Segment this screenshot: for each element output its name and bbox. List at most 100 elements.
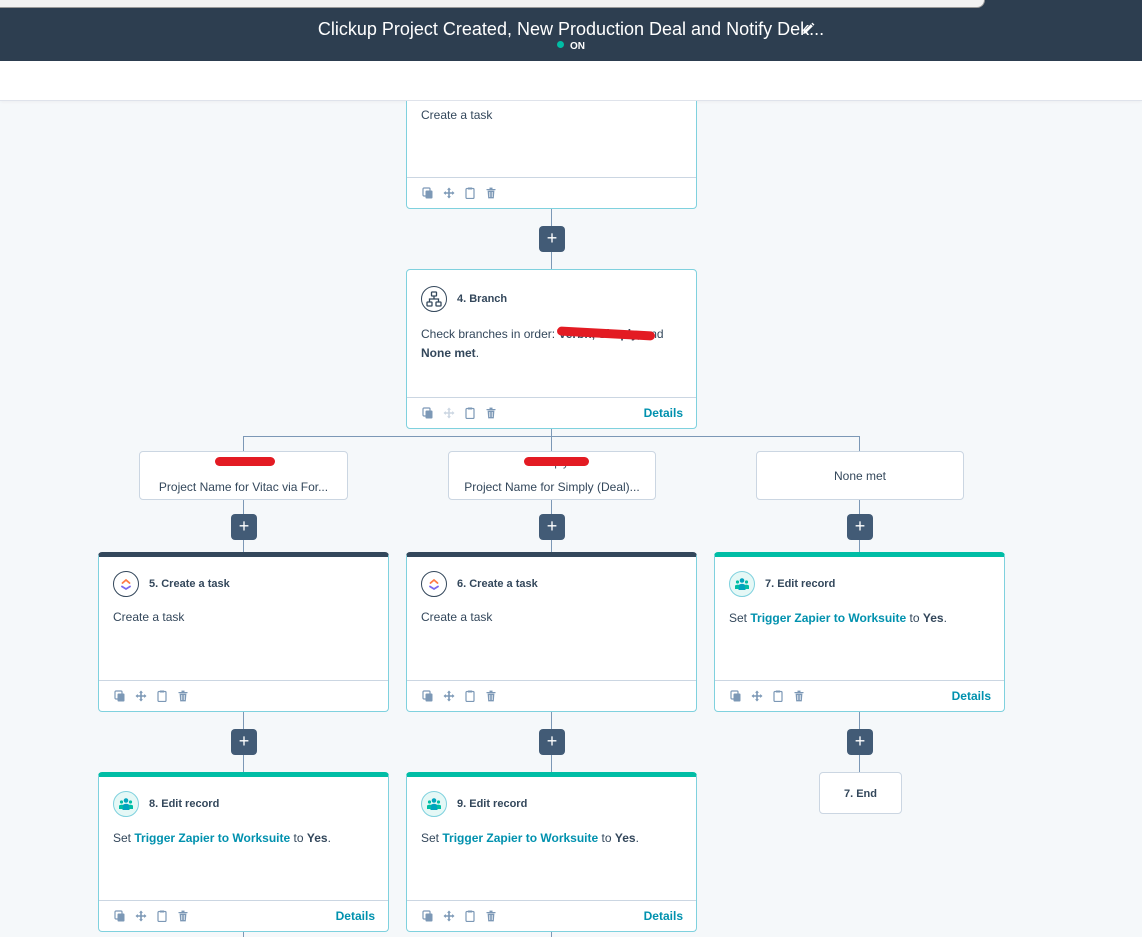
step-footer: Details bbox=[407, 397, 696, 428]
add-step-button[interactable]: + bbox=[847, 514, 873, 540]
copy-icon[interactable] bbox=[421, 909, 434, 922]
step-description: Create a task bbox=[421, 108, 493, 122]
step-card-edit-record[interactable]: 9. Edit record Set Trigger Zapier to Wor… bbox=[406, 772, 697, 932]
step-title: 8. Edit record bbox=[149, 798, 220, 810]
step-footer bbox=[407, 680, 696, 711]
step-tools bbox=[421, 406, 497, 419]
step-description: Set Trigger Zapier to Worksuite to Yes. bbox=[729, 609, 947, 628]
branch-simply[interactable]: Simply Project Name for Simply (Deal)... bbox=[448, 451, 656, 500]
step-tools bbox=[729, 689, 805, 702]
move-icon[interactable] bbox=[442, 909, 455, 922]
step-footer: Details bbox=[715, 680, 1004, 711]
trash-icon[interactable] bbox=[176, 689, 189, 702]
trash-icon[interactable] bbox=[176, 909, 189, 922]
pencil-icon[interactable] bbox=[800, 21, 816, 37]
workflow-title[interactable]: Clickup Project Created, New Production … bbox=[0, 19, 1142, 40]
add-step-button[interactable]: + bbox=[539, 729, 565, 755]
step-card-edit-record[interactable]: 7. Edit record Set Trigger Zapier to Wor… bbox=[714, 552, 1005, 712]
move-icon[interactable] bbox=[134, 909, 147, 922]
step-header: 8. Edit record bbox=[113, 791, 219, 817]
move-icon[interactable] bbox=[750, 689, 763, 702]
add-step-button[interactable]: + bbox=[231, 729, 257, 755]
step-header: 4. Branch bbox=[421, 286, 507, 312]
clipboard-icon[interactable] bbox=[463, 909, 476, 922]
add-step-button[interactable]: + bbox=[847, 729, 873, 755]
trash-icon[interactable] bbox=[484, 909, 497, 922]
step-footer bbox=[99, 680, 388, 711]
copy-icon[interactable] bbox=[421, 186, 434, 199]
branch-verbn[interactable]: Verbn Project Name for Vitac via For... bbox=[139, 451, 348, 500]
details-link[interactable]: Details bbox=[644, 909, 683, 923]
move-icon[interactable] bbox=[442, 689, 455, 702]
step-footer: Details bbox=[99, 900, 388, 931]
property-value: Yes bbox=[614, 831, 636, 845]
end-node[interactable]: 7. End bbox=[819, 772, 902, 814]
desc-set: Set bbox=[729, 611, 751, 625]
step-description: Set Trigger Zapier to Worksuite to Yes. bbox=[113, 829, 331, 848]
redaction-mark bbox=[524, 457, 589, 466]
copy-icon[interactable] bbox=[421, 689, 434, 702]
clipboard-icon[interactable] bbox=[463, 186, 476, 199]
clipboard-icon[interactable] bbox=[463, 406, 476, 419]
step-tools bbox=[421, 186, 497, 199]
trash-icon[interactable] bbox=[484, 186, 497, 199]
branch-none-met[interactable]: None met bbox=[756, 451, 964, 500]
status-dot bbox=[557, 41, 564, 48]
trash-icon[interactable] bbox=[484, 689, 497, 702]
step-description: Create a task bbox=[113, 610, 185, 624]
clipboard-icon[interactable] bbox=[463, 689, 476, 702]
details-link[interactable]: Details bbox=[336, 909, 375, 923]
step-footer bbox=[407, 177, 696, 208]
copy-icon[interactable] bbox=[113, 689, 126, 702]
trash-icon[interactable] bbox=[792, 689, 805, 702]
step-card-edit-record[interactable]: 8. Edit record Set Trigger Zapier to Wor… bbox=[98, 772, 389, 932]
step-title: 4. Branch bbox=[457, 293, 508, 305]
add-step-button[interactable]: + bbox=[539, 514, 565, 540]
status-text: ON bbox=[570, 41, 585, 52]
desc-set: Set bbox=[421, 831, 443, 845]
step-description: Create a task bbox=[421, 610, 493, 624]
clipboard-icon[interactable] bbox=[155, 909, 168, 922]
copy-icon[interactable] bbox=[421, 406, 434, 419]
people-icon bbox=[113, 791, 139, 817]
clipboard-icon[interactable] bbox=[155, 689, 168, 702]
step-description: Set Trigger Zapier to Worksuite to Yes. bbox=[421, 829, 639, 848]
step-card-create-task[interactable]: 5. Create a task Create a task bbox=[98, 552, 389, 712]
step-card-create-task[interactable]: 6. Create a task Create a task bbox=[406, 552, 697, 712]
move-icon[interactable] bbox=[442, 186, 455, 199]
step-header: 7. Edit record bbox=[729, 571, 835, 597]
step-header: 9. Edit record bbox=[421, 791, 527, 817]
property-link[interactable]: Trigger Zapier to Worksuite bbox=[442, 831, 598, 845]
toolbar-bar bbox=[0, 61, 1142, 101]
details-link[interactable]: Details bbox=[644, 406, 683, 420]
trash-icon[interactable] bbox=[484, 406, 497, 419]
redaction-mark bbox=[215, 457, 275, 466]
browser-tab bbox=[0, 0, 985, 8]
step-tools bbox=[113, 689, 189, 702]
branch-subtitle: Project Name for Vitac via For... bbox=[158, 480, 329, 494]
step-title: 9. Edit record bbox=[457, 798, 528, 810]
property-link[interactable]: Trigger Zapier to Worksuite bbox=[134, 831, 290, 845]
add-step-button[interactable]: + bbox=[539, 226, 565, 252]
step-title: 5. Create a task bbox=[149, 578, 230, 590]
people-icon bbox=[729, 571, 755, 597]
copy-icon[interactable] bbox=[113, 909, 126, 922]
branch-subtitle: Project Name for Simply (Deal)... bbox=[464, 480, 640, 494]
step-card-create-task[interactable]: Create a task bbox=[406, 101, 697, 209]
details-link[interactable]: Details bbox=[952, 689, 991, 703]
workflow-canvas[interactable]: Create a task + 4. Branch Check branches… bbox=[0, 101, 1142, 937]
step-tools bbox=[421, 909, 497, 922]
property-value: Yes bbox=[922, 611, 944, 625]
clickup-icon bbox=[113, 571, 139, 597]
copy-icon[interactable] bbox=[729, 689, 742, 702]
desc-to: to bbox=[290, 831, 307, 845]
branch-name: None met bbox=[833, 469, 887, 483]
desc-period: . bbox=[943, 611, 947, 625]
step-header: 6. Create a task bbox=[421, 571, 538, 597]
move-icon[interactable] bbox=[134, 689, 147, 702]
browser-tab-strip bbox=[0, 0, 1142, 13]
step-card-branch[interactable]: 4. Branch Check branches in order: Verbn… bbox=[406, 269, 697, 429]
property-link[interactable]: Trigger Zapier to Worksuite bbox=[750, 611, 906, 625]
add-step-button[interactable]: + bbox=[231, 514, 257, 540]
clipboard-icon[interactable] bbox=[771, 689, 784, 702]
